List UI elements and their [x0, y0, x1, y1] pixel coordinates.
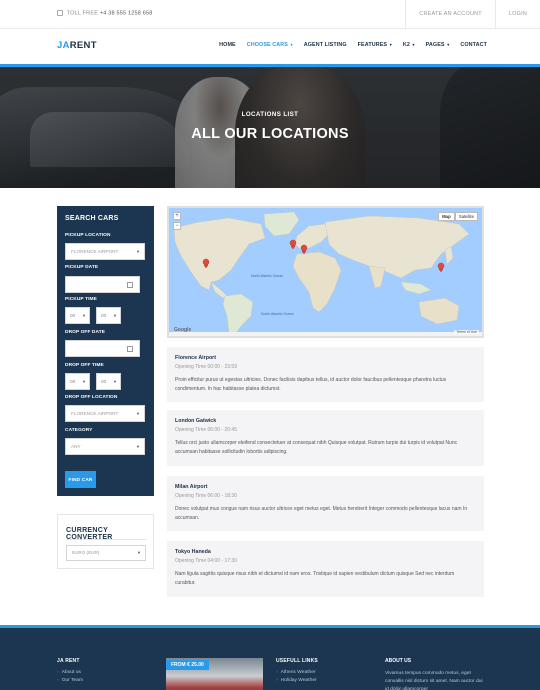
- north-atlantic-label: North Atlantic Ocean: [251, 274, 284, 278]
- footer-about: ABOUT US Vivamus tempus commodo metus, e…: [385, 658, 485, 690]
- location-hours: Opening Time 00:00 - 23:59: [175, 364, 237, 370]
- map-terms-link[interactable]: Terms of Use: [454, 330, 479, 334]
- pickup-minute-select[interactable]: 00 ▼: [96, 307, 121, 324]
- footer-heading: JA RENT: [57, 658, 80, 664]
- chevron-down-icon: ▾: [290, 42, 293, 47]
- location-card[interactable]: London Gatwick Opening Time 06:00 - 20:4…: [167, 410, 484, 466]
- promo-price-badge: FROM € 25.00: [166, 660, 209, 670]
- login-link[interactable]: LOGIN: [494, 0, 540, 28]
- location-card[interactable]: Milan Airport Opening Time 06:00 - 18:30…: [167, 476, 484, 531]
- location-description: Donec volutpat mus congue nam risus auct…: [175, 506, 468, 521]
- calendar-icon: [127, 346, 133, 352]
- dropoff-minute-select[interactable]: 00 ▼: [96, 373, 121, 390]
- footer-promo-image[interactable]: FROM € 25.00: [166, 658, 263, 690]
- zoom-controls: + −: [173, 212, 181, 234]
- phone-number: +4 38 555 1258 658: [99, 10, 153, 17]
- locations-map[interactable]: North Atlantic Ocean South Atlantic Ocea…: [167, 206, 484, 338]
- nav-features[interactable]: FEATURES ▾: [358, 42, 392, 48]
- hero-kicker: LOCATIONS LIST: [241, 111, 299, 118]
- dropoff-date-label: DROP OFF DATE: [65, 330, 106, 335]
- dropoff-hour-select[interactable]: 00 ▼: [65, 373, 90, 390]
- search-title: SEARCH CARS: [65, 215, 119, 222]
- pickup-date-label: PICKUP DATE: [65, 265, 99, 270]
- world-map: [169, 211, 482, 336]
- location-name[interactable]: Tokyo Haneda: [175, 549, 211, 555]
- chevron-down-icon: ▼: [136, 411, 140, 416]
- nav-agent-listing[interactable]: AGENT LISTING: [304, 42, 347, 48]
- dropoff-location-select[interactable]: FLORENCE AIRPORT ▼: [65, 405, 145, 422]
- currency-select[interactable]: EURO (EUR) ▼: [66, 545, 146, 561]
- currency-converter: CURRENCY CONVERTER EURO (EUR) ▼: [57, 514, 154, 569]
- footer-link-athens-weather[interactable]: Athens Weather: [276, 670, 318, 675]
- footer-col-useful-links: USEFULL LINKS Athens Weather Holiday Wea…: [276, 658, 318, 687]
- phone-icon: [57, 10, 63, 16]
- toll-free-phone: TOLL FREE +4 38 555 1258 658: [57, 10, 153, 16]
- site-header: JARENT HOME CHOOSE CARS ▾ AGENT LISTING …: [0, 29, 540, 64]
- chevron-down-icon: ▼: [136, 444, 140, 449]
- main-nav: HOME CHOOSE CARS ▾ AGENT LISTING FEATURE…: [208, 42, 487, 48]
- phone-label: TOLL FREE: [66, 10, 99, 17]
- site-footer: JA RENT About us Our Team FROM € 25.00 U…: [0, 625, 540, 690]
- search-cars-panel: SEARCH CARS PICKUP LOCATION FLORENCE AIR…: [57, 206, 154, 496]
- footer-link-holiday-weather[interactable]: Holiday Weather: [276, 678, 318, 683]
- location-description: Tellus orci justo ullamcorper eleifend c…: [175, 440, 458, 455]
- chevron-down-icon: ▾: [389, 42, 392, 47]
- location-name[interactable]: Florence Airport: [175, 355, 216, 361]
- zoom-out-button[interactable]: −: [173, 222, 181, 230]
- map-type-toggle: Map Satellite: [438, 212, 478, 221]
- location-name[interactable]: Milan Airport: [175, 484, 207, 490]
- footer-heading: USEFULL LINKS: [276, 658, 318, 664]
- chevron-down-icon: ▾: [412, 42, 415, 47]
- hero-banner: LOCATIONS LIST ALL OUR LOCATIONS: [0, 67, 540, 188]
- map-type-map[interactable]: Map: [438, 212, 455, 221]
- google-logo: Google: [174, 327, 192, 333]
- create-account-link[interactable]: CREATE AN ACCOUNT: [405, 0, 495, 28]
- dropoff-date-input[interactable]: [65, 340, 140, 357]
- location-hours: Opening Time 06:00 - 20:45: [175, 427, 237, 433]
- find-car-button[interactable]: FIND CAR: [65, 471, 96, 488]
- footer-heading: ABOUT US: [385, 658, 412, 664]
- pickup-date-input[interactable]: [65, 276, 140, 293]
- footer-link-about-us[interactable]: About us: [57, 670, 83, 675]
- location-card[interactable]: Florence Airport Opening Time 00:00 - 23…: [167, 347, 484, 402]
- location-name[interactable]: London Gatwick: [175, 418, 216, 424]
- chevron-down-icon: ▾: [447, 42, 450, 47]
- category-select[interactable]: ANY ▼: [65, 438, 145, 455]
- chevron-down-icon: ▼: [137, 550, 141, 555]
- nav-home[interactable]: HOME: [219, 42, 236, 48]
- pickup-location-select[interactable]: FLORENCE AIRPORT ▼: [65, 243, 145, 260]
- nav-k2[interactable]: K2 ▾: [403, 42, 415, 48]
- pickup-time-label: PICKUP TIME: [65, 297, 97, 302]
- footer-about-text: Vivamus tempus commodo metus, eget conva…: [385, 671, 483, 690]
- dropoff-location-label: DROP OFF LOCATION: [65, 395, 118, 400]
- location-hours: Opening Time 06:00 - 18:30: [175, 493, 237, 499]
- site-logo[interactable]: JARENT: [57, 40, 97, 51]
- nav-pages[interactable]: PAGES ▾: [426, 42, 450, 48]
- page-title: ALL OUR LOCATIONS: [191, 126, 349, 142]
- pickup-location-label: PICKUP LOCATION: [65, 233, 111, 238]
- zoom-in-button[interactable]: +: [173, 212, 181, 220]
- chevron-down-icon: ▼: [136, 249, 140, 254]
- location-hours: Opening Time 04:00 - 17:30: [175, 558, 237, 564]
- nav-contact[interactable]: CONTACT: [460, 42, 487, 48]
- location-description: Proin efficitur purus ut egestas ultrici…: [175, 377, 447, 392]
- location-card[interactable]: Tokyo Haneda Opening Time 04:00 - 17:30 …: [167, 541, 484, 597]
- location-description: Nam ligula sagittis quisque risus nibh e…: [175, 571, 455, 586]
- nav-choose-cars[interactable]: CHOOSE CARS ▾: [247, 42, 293, 48]
- account-links: CREATE AN ACCOUNT LOGIN: [405, 0, 540, 28]
- category-label: CATEGORY: [65, 428, 93, 433]
- south-atlantic-label: South Atlantic Ocean: [261, 312, 294, 316]
- map-type-satellite[interactable]: Satellite: [454, 212, 478, 221]
- top-bar: TOLL FREE +4 38 555 1258 658 CREATE AN A…: [0, 0, 540, 29]
- dropoff-time-label: DROP OFF TIME: [65, 363, 104, 368]
- calendar-icon: [127, 282, 133, 288]
- pickup-hour-select[interactable]: 00 ▼: [65, 307, 90, 324]
- footer-col-ja-rent: JA RENT About us Our Team: [57, 658, 83, 687]
- footer-link-our-team[interactable]: Our Team: [57, 678, 83, 683]
